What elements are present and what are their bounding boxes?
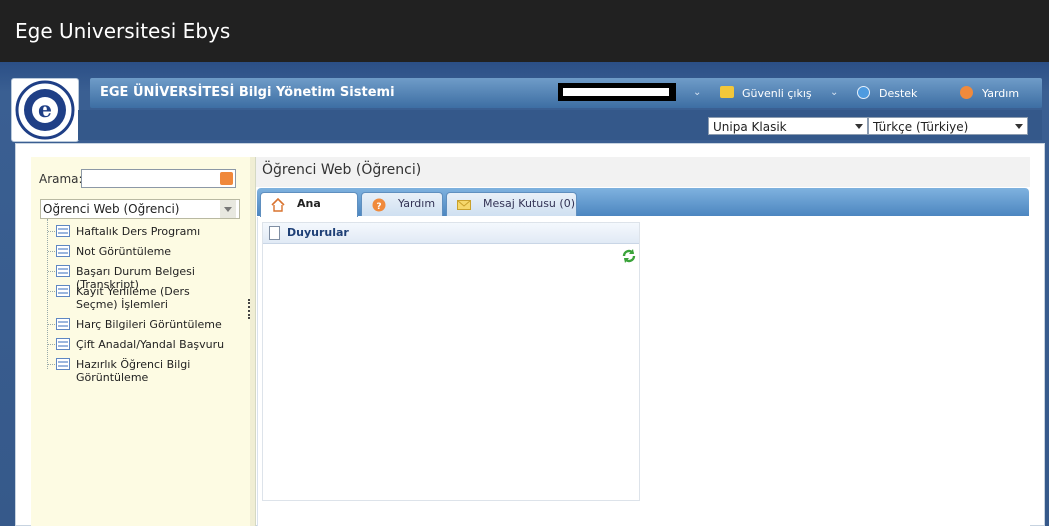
menu-select-value: Oğrenci Web (Oğrenci) [43, 202, 180, 216]
tab-ana-sayfa[interactable]: Ana Sayfa [260, 192, 358, 232]
user-name-field [558, 83, 676, 101]
sidebar-item-label: Hazırlık Öğrenci Bilgi Görüntüleme [76, 358, 191, 384]
tab-label: Mesaj Kutusu (0) [483, 197, 575, 210]
dropdown-arrow-icon [1015, 124, 1023, 129]
info-icon [857, 86, 870, 99]
theme-select[interactable]: Unipa Klasik [708, 117, 868, 135]
envelope-icon [457, 200, 471, 210]
home-icon [271, 198, 285, 212]
table-icon [56, 245, 70, 257]
tab-mesaj-kutusu[interactable]: Mesaj Kutusu (0) [446, 192, 577, 216]
sidebar-item-label: Not Görüntüleme [76, 245, 172, 258]
tab-label: Yardım [398, 197, 436, 210]
language-select[interactable]: Türkçe (Türkiye) [868, 117, 1028, 135]
chevron-down-icon[interactable]: ⌄ [693, 87, 701, 98]
tab-yardim[interactable]: ? Yardım [361, 192, 443, 216]
university-logo[interactable]: e [11, 78, 79, 142]
sidebar-item-label: Kayıt Yenileme (Ders Seçme) İşlemleri [76, 285, 190, 311]
sidebar-item-label: Haftalık Ders Programı [76, 225, 201, 238]
document-icon [269, 226, 280, 240]
sidebar-item-label: Çift Anadal/Yandal Başvuru [76, 338, 225, 351]
menu-select[interactable]: Oğrenci Web (Oğrenci) [40, 199, 240, 219]
table-icon [56, 265, 70, 277]
page-title: Öğrenci Web (Öğrenci) [262, 162, 422, 178]
search-input[interactable] [81, 169, 236, 188]
language-select-value: Türkçe (Türkiye) [873, 120, 969, 134]
app-title: Ege Universitesi Ebys [15, 19, 231, 43]
table-icon [56, 318, 70, 330]
table-icon [56, 358, 70, 370]
table-icon [56, 285, 70, 297]
system-name: EGE ÜNİVERSİTESİ Bilgi Yönetim Sistemi [100, 85, 395, 100]
help-icon [960, 86, 973, 99]
menu-tree-line [47, 219, 50, 369]
search-icon[interactable] [220, 172, 233, 185]
help-icon: ? [372, 198, 386, 212]
support-link[interactable]: Destek [879, 87, 917, 100]
search-label: Arama: [39, 172, 83, 186]
chevron-down-icon[interactable]: ⌄ [830, 87, 838, 98]
logo-seal-icon: e [15, 80, 75, 140]
dropdown-arrow-icon [220, 200, 236, 218]
lock-icon [720, 86, 734, 98]
help-link[interactable]: Yardım [982, 87, 1019, 100]
sidebar-item-label: Harç Bilgileri Görüntüleme [76, 318, 222, 331]
announcements-panel [262, 222, 640, 501]
announcements-title: Duyurular [287, 226, 349, 239]
dropdown-arrow-icon [855, 124, 863, 129]
svg-text:?: ? [376, 202, 381, 212]
logout-link[interactable]: Güvenli çıkış [742, 87, 812, 100]
table-icon [56, 338, 70, 350]
refresh-icon[interactable] [621, 248, 637, 264]
table-icon [56, 225, 70, 237]
theme-select-value: Unipa Klasik [713, 120, 787, 134]
sidebar-resize-handle[interactable] [248, 299, 252, 319]
svg-text:e: e [38, 97, 52, 123]
